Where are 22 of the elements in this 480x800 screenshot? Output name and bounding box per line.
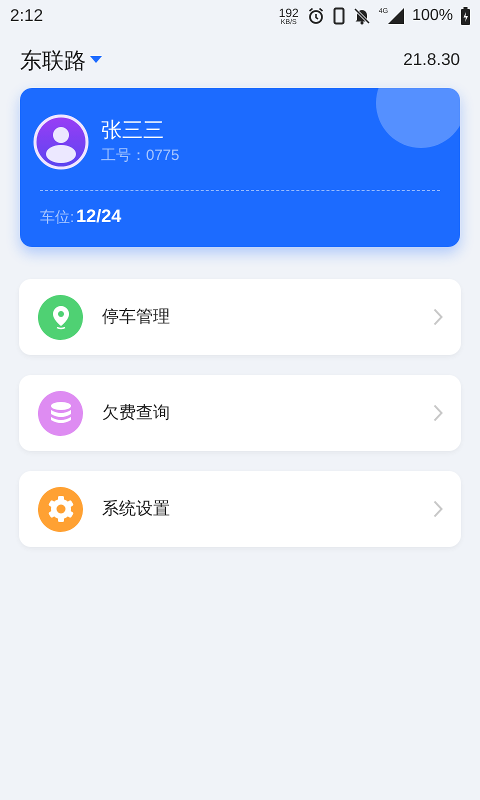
- bell-muted-icon: [352, 7, 371, 25]
- spaces-value: 12/24: [76, 205, 122, 228]
- caret-icon: [90, 56, 102, 64]
- employee-id: 工号：0775: [101, 146, 180, 166]
- network-speed: 192: [278, 6, 299, 18]
- date-text: 21.8.30: [403, 49, 460, 72]
- menu-item[interactable]: 系统设置: [19, 471, 461, 547]
- alarm-icon: [306, 7, 325, 25]
- phone-icon: [332, 7, 345, 25]
- chevron-right-icon: [433, 308, 443, 326]
- chevron-right-icon: [433, 404, 443, 422]
- location-dropdown[interactable]: 东联路: [20, 44, 102, 76]
- status-time: 2:12: [10, 5, 44, 28]
- menu-item[interactable]: 欠费查询: [19, 375, 461, 451]
- menu-item[interactable]: 停车管理: [19, 279, 461, 355]
- battery-icon: [461, 7, 470, 25]
- user-name: 张三三: [101, 118, 165, 144]
- avatar-icon: [33, 114, 89, 170]
- battery-percent: 100%: [412, 6, 453, 26]
- chevron-right-icon: [433, 500, 443, 518]
- signal-icon: [388, 8, 404, 24]
- spaces-label: 车位:: [40, 208, 74, 228]
